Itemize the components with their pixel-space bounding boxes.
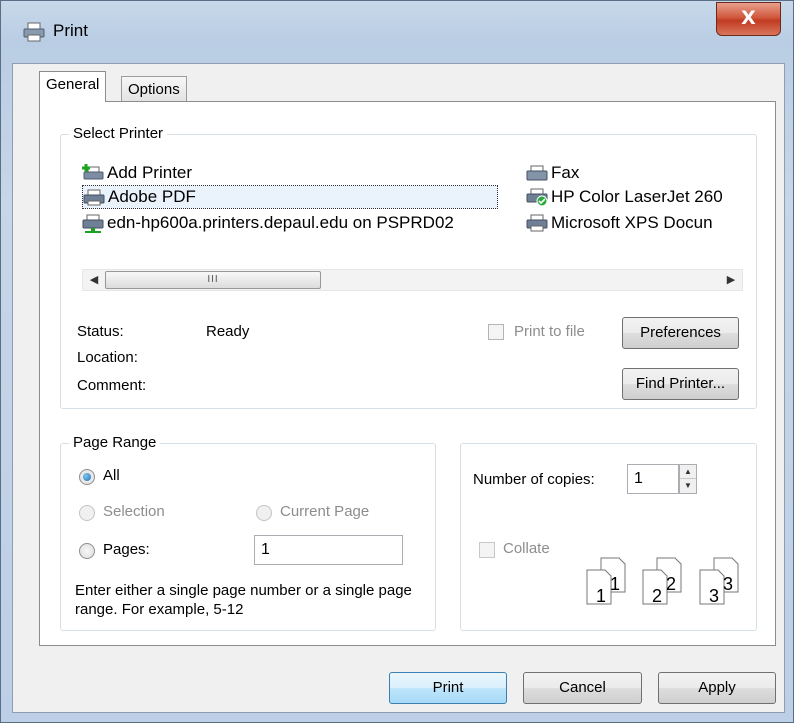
printer-icon <box>23 22 45 42</box>
status-label: Status: <box>77 323 124 340</box>
add-printer-icon <box>82 164 104 180</box>
printer-icon <box>526 214 548 232</box>
print-button[interactable]: Print <box>389 672 507 704</box>
printer-hp-color-laserjet[interactable]: HP Color LaserJet 260 <box>526 185 723 209</box>
close-icon: X <box>741 7 756 29</box>
selection-label: Selection <box>103 503 165 520</box>
window-title: Print <box>53 21 88 40</box>
print-to-file-checkbox[interactable] <box>488 324 504 340</box>
selection-radio[interactable] <box>79 505 95 521</box>
dialog-client: General Options Select Printer Add Print… <box>12 63 785 713</box>
number-of-copies-label: Number of copies: <box>473 471 595 488</box>
tab-general[interactable]: General <box>39 71 107 102</box>
page-range-hint: Enter either a single page number or a s… <box>75 582 412 618</box>
pages-input[interactable]: 1 <box>254 535 403 565</box>
close-button[interactable]: X <box>716 2 781 36</box>
current-page-label: Current Page <box>280 503 370 520</box>
printer-edn-hp600a[interactable]: edn-hp600a.printers.depaul.edu on PSPRD0… <box>82 211 454 235</box>
printer-icon <box>83 189 105 206</box>
all-label: All <box>103 467 120 484</box>
cancel-button[interactable]: Cancel <box>523 672 642 704</box>
printer-name: HP Color LaserJet 260 <box>551 187 723 206</box>
printer-fax[interactable]: Fax <box>526 161 579 185</box>
title-bar[interactable]: Print X <box>1 1 793 63</box>
printer-adobe-pdf[interactable]: Adobe PDF <box>82 185 498 209</box>
collate-page-number: 1 <box>596 586 607 606</box>
network-printer-icon <box>82 214 104 233</box>
general-panel: Select Printer Add Printer Adobe PDF edn… <box>39 101 776 646</box>
print-to-file-label: Print to file <box>514 323 585 340</box>
copies-spinner[interactable]: ▲ ▼ <box>679 464 697 494</box>
printer-list-scrollbar[interactable]: ◀ III ▶ <box>82 269 743 291</box>
collate-page-number: 3 <box>709 586 720 606</box>
copies-group: Number of copies: 1 ▲ ▼ Collate 1 1 2 2 … <box>460 443 757 631</box>
comment-label: Comment: <box>77 377 147 394</box>
pages-label: Pages: <box>103 541 150 558</box>
printer-list: Add Printer Adobe PDF edn-hp600a.printer… <box>81 155 761 275</box>
printer-name: Microsoft XPS Docun <box>551 213 713 232</box>
apply-button[interactable]: Apply <box>658 672 776 704</box>
scroll-left-icon[interactable]: ◀ <box>85 270 103 290</box>
select-printer-group: Select Printer Add Printer Adobe PDF edn… <box>60 125 757 409</box>
collate-label: Collate <box>503 540 550 557</box>
preferences-button[interactable]: Preferences <box>622 317 739 349</box>
spin-up-icon[interactable]: ▲ <box>680 465 696 479</box>
scrollbar-thumb[interactable]: III <box>105 271 321 289</box>
printer-name: Add Printer <box>107 163 193 182</box>
collate-page-number: 2 <box>666 574 677 594</box>
printer-name: edn-hp600a.printers.depaul.edu on PSPRD0… <box>107 213 454 232</box>
select-printer-label: Select Printer <box>69 125 168 142</box>
printer-name: Adobe PDF <box>108 187 196 206</box>
all-radio[interactable] <box>79 469 95 485</box>
printer-add-printer[interactable]: Add Printer <box>82 161 192 185</box>
default-printer-icon <box>526 188 548 207</box>
fax-icon <box>526 165 548 181</box>
page-range-label: Page Range <box>69 434 161 451</box>
find-printer-button[interactable]: Find Printer... <box>622 368 739 400</box>
page-range-group: Page Range All Selection Current Page Pa… <box>60 434 436 631</box>
printer-name: Fax <box>551 163 580 182</box>
tab-options[interactable]: Options <box>121 76 187 104</box>
collate-page-number: 3 <box>723 574 734 594</box>
copies-input[interactable]: 1 <box>627 464 679 494</box>
current-page-radio[interactable] <box>256 505 272 521</box>
status-value: Ready <box>206 323 250 340</box>
spin-down-icon[interactable]: ▼ <box>680 479 696 493</box>
scroll-right-icon[interactable]: ▶ <box>722 270 740 290</box>
printer-microsoft-xps[interactable]: Microsoft XPS Docun <box>526 211 713 235</box>
pages-radio[interactable] <box>79 543 95 559</box>
print-dialog: Print X General Options Select Printer A… <box>0 0 794 723</box>
collate-page-number: 2 <box>652 586 663 606</box>
collate-checkbox[interactable] <box>479 542 495 558</box>
collate-page-number: 1 <box>610 574 621 594</box>
location-label: Location: <box>77 349 138 366</box>
